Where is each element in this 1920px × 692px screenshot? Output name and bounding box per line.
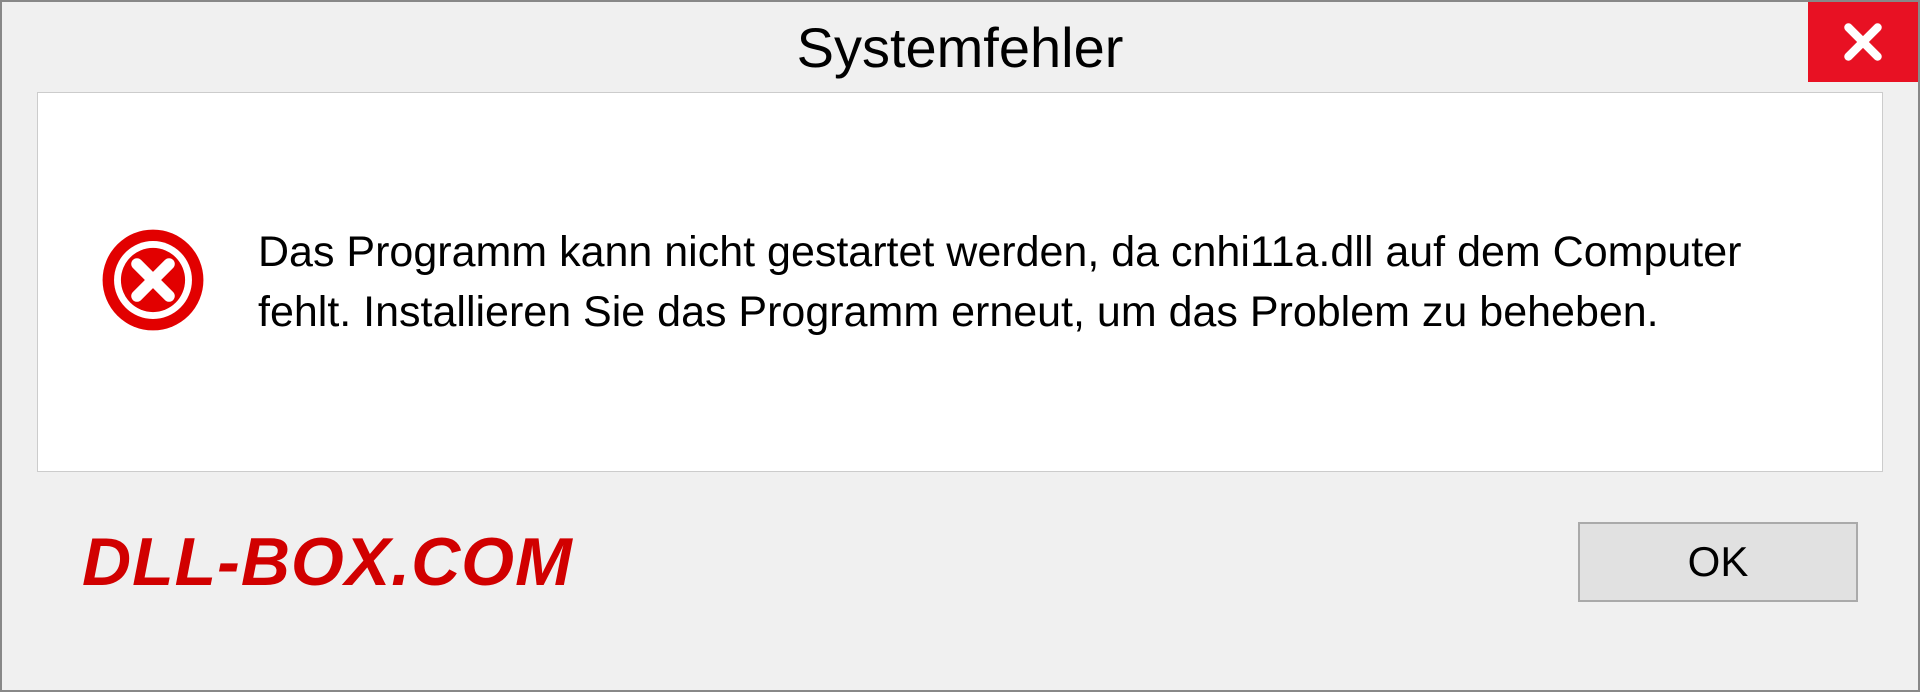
content-area: Das Programm kann nicht gestartet werden…	[37, 92, 1883, 472]
close-button[interactable]	[1808, 2, 1918, 82]
watermark-text: DLL-BOX.COM	[82, 523, 573, 601]
dialog-footer: DLL-BOX.COM OK	[2, 472, 1918, 652]
error-dialog: Systemfehler Das Programm kann nicht ges…	[0, 0, 1920, 692]
close-icon	[1838, 17, 1888, 67]
ok-button-label: OK	[1688, 538, 1749, 586]
error-icon	[98, 225, 208, 340]
ok-button[interactable]: OK	[1578, 522, 1858, 602]
dialog-title: Systemfehler	[797, 15, 1124, 80]
title-bar: Systemfehler	[2, 2, 1918, 92]
error-message: Das Programm kann nicht gestartet werden…	[258, 222, 1822, 342]
